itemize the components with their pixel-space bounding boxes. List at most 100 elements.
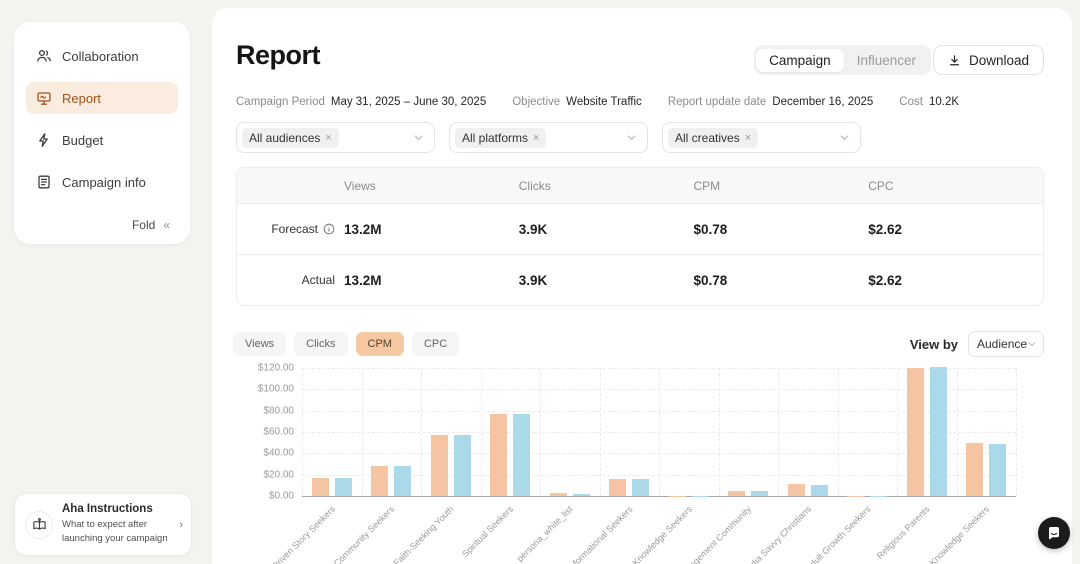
bar-forecast[interactable]: [550, 493, 567, 496]
chevron-down-icon: [413, 132, 424, 143]
gridline-vertical: [957, 368, 958, 496]
table-row-actual: Actual 13.2M 3.9K $0.78 $2.62: [237, 254, 1043, 305]
chevron-down-icon: [1027, 339, 1037, 349]
bar-actual[interactable]: [513, 414, 530, 496]
page-title: Report: [236, 40, 320, 71]
bar-actual[interactable]: [454, 435, 471, 496]
chevron-down-icon: [839, 132, 850, 143]
gridline-vertical: [600, 368, 601, 496]
aha-card-title: Aha Instructions: [62, 503, 170, 515]
gridline-vertical: [540, 368, 541, 496]
gridline-vertical: [838, 368, 839, 496]
bar-actual[interactable]: [751, 491, 768, 496]
gridline-vertical: [897, 368, 898, 496]
fold-button[interactable]: Fold «: [132, 218, 170, 232]
sidebar-item-campaign-info[interactable]: Campaign info: [26, 166, 178, 198]
y-axis-tick-label: $40.00: [236, 448, 294, 459]
remove-tag-icon[interactable]: ×: [745, 132, 751, 144]
x-axis-line: [302, 496, 1016, 497]
download-icon: [948, 54, 961, 67]
metrics-table: Views Clicks CPM CPC Forecast 13.2M 3.9K…: [236, 167, 1044, 306]
sidebar-item-budget[interactable]: Budget: [26, 124, 178, 156]
tab-cpc[interactable]: CPC: [412, 332, 459, 356]
open-book-icon: [25, 511, 53, 539]
document-icon: [36, 174, 52, 190]
aha-card-subtitle: What to expect after launching your camp…: [62, 518, 170, 546]
tab-views[interactable]: Views: [233, 332, 286, 356]
bar-forecast[interactable]: [431, 435, 448, 496]
audiences-filter-chip: All audiences ×: [242, 128, 339, 148]
x-axis-category-label: Religious Parents: [875, 504, 932, 561]
creatives-filter-chip: All creatives ×: [668, 128, 758, 148]
y-axis-tick-label: $60.00: [236, 427, 294, 438]
platforms-filter[interactable]: All platforms ×: [449, 122, 648, 153]
chart-metric-tabs: Views Clicks CPM CPC: [233, 332, 459, 356]
bar-actual[interactable]: [573, 494, 590, 496]
x-axis-category-label: Adult Growth Seekers: [803, 504, 872, 564]
aha-card-text: Aha Instructions What to expect after la…: [62, 503, 170, 546]
bar-forecast[interactable]: [788, 484, 805, 496]
gridline-vertical: [778, 368, 779, 496]
gridline-vertical: [659, 368, 660, 496]
sidebar-item-label: Report: [62, 91, 101, 106]
sidebar-item-label: Collaboration: [62, 49, 139, 64]
x-axis-category-label: Driven Story Seekers: [270, 504, 337, 564]
y-axis-tick-label: $0.00: [236, 491, 294, 502]
bar-forecast[interactable]: [728, 491, 745, 496]
bar-forecast[interactable]: [609, 479, 626, 496]
table-header-row: Views Clicks CPM CPC: [237, 168, 1043, 203]
meta-campaign-period: Campaign Period May 31, 2025 – June 30, …: [236, 96, 486, 108]
bar-forecast[interactable]: [371, 466, 388, 496]
view-by-label: View by: [910, 337, 958, 352]
toggle-influencer[interactable]: Influencer: [844, 49, 929, 72]
gridline-vertical: [302, 368, 303, 496]
sidebar-item-collaboration[interactable]: Collaboration: [26, 40, 178, 72]
report-type-toggle: Campaign Influencer: [754, 45, 931, 75]
col-views: Views: [344, 179, 519, 193]
view-by-control: View by Audience: [910, 331, 1044, 357]
bar-actual[interactable]: [632, 479, 649, 496]
lightning-icon: [36, 132, 52, 148]
x-axis-category-label: Faith-Seeking Youth: [392, 504, 456, 564]
download-label: Download: [969, 53, 1029, 68]
bar-actual[interactable]: [335, 478, 352, 496]
toggle-campaign[interactable]: Campaign: [756, 49, 844, 72]
row-label: Actual: [302, 273, 335, 287]
people-icon: [36, 48, 52, 64]
meta-cost: Cost 10.2K: [899, 96, 959, 108]
x-axis-category-label: Knowledge Seekers: [630, 504, 694, 564]
chat-launcher-button[interactable]: [1038, 517, 1070, 549]
bar-actual[interactable]: [989, 444, 1006, 496]
sidebar-item-report[interactable]: Report: [26, 82, 178, 114]
bar-forecast[interactable]: [966, 443, 983, 496]
col-clicks: Clicks: [519, 179, 694, 193]
info-icon[interactable]: [323, 223, 335, 235]
meta-report-update-date: Report update date December 16, 2025: [668, 96, 873, 108]
view-by-select[interactable]: Audience: [968, 331, 1044, 357]
tab-cpm[interactable]: CPM: [356, 332, 404, 356]
bar-forecast[interactable]: [312, 478, 329, 496]
bar-forecast[interactable]: [907, 368, 924, 496]
creatives-filter[interactable]: All creatives ×: [662, 122, 861, 153]
tab-clicks[interactable]: Clicks: [294, 332, 347, 356]
gridline-vertical: [1016, 368, 1017, 496]
remove-tag-icon[interactable]: ×: [325, 132, 331, 144]
x-axis-category-label: Knowledge Seekers: [928, 504, 992, 564]
sidebar: Collaboration Report Budget Campaign inf…: [14, 22, 190, 244]
x-axis-category-label: Informational Seekers: [565, 504, 634, 564]
filter-row: All audiences × All platforms × All crea…: [236, 122, 861, 153]
bar-forecast[interactable]: [490, 414, 507, 496]
bar-actual[interactable]: [930, 367, 947, 496]
presentation-icon: [36, 90, 52, 106]
remove-tag-icon[interactable]: ×: [533, 132, 539, 144]
x-axis-category-label: Spiritual Seekers: [460, 504, 515, 559]
bar-actual[interactable]: [394, 466, 411, 496]
download-button[interactable]: Download: [933, 45, 1044, 75]
chevron-right-icon: ›: [179, 519, 183, 531]
report-panel: Report Campaign Influencer Download Camp…: [212, 8, 1072, 564]
aha-instructions-card[interactable]: Aha Instructions What to expect after la…: [14, 493, 192, 556]
audiences-filter[interactable]: All audiences ×: [236, 122, 435, 153]
bar-actual[interactable]: [811, 485, 828, 496]
chevron-down-icon: [626, 132, 637, 143]
y-axis-tick-label: $80.00: [236, 405, 294, 416]
